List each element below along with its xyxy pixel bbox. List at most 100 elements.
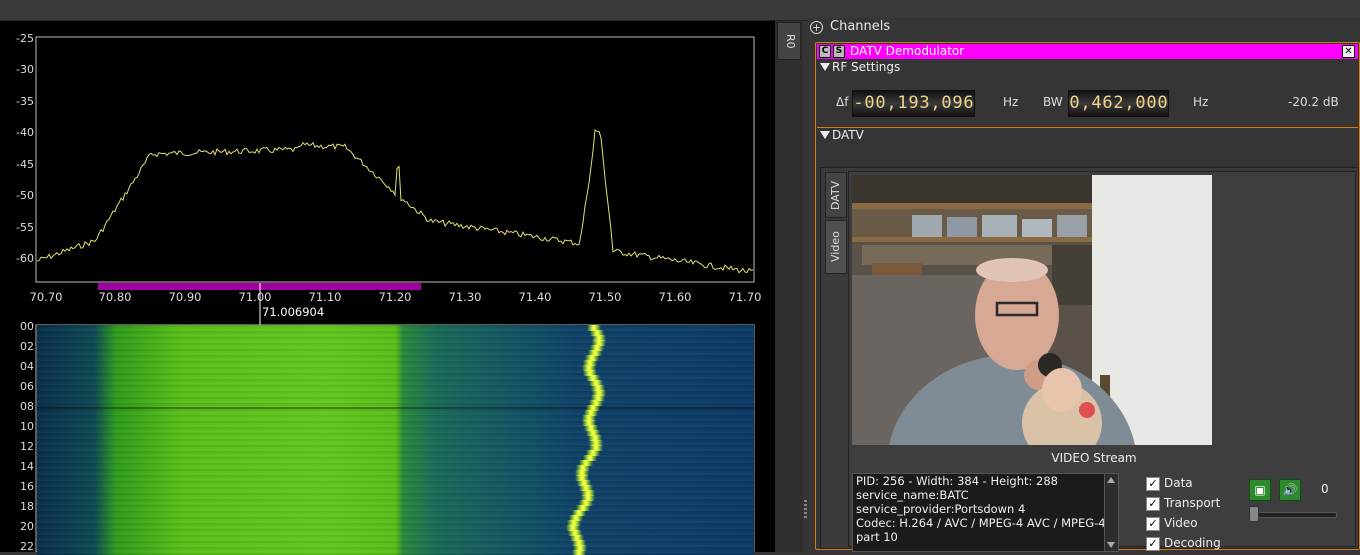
- stream-info-box[interactable]: PID: 256 - Width: 384 - Height: 288 serv…: [852, 473, 1119, 552]
- channel-s-button[interactable]: S: [833, 45, 845, 58]
- y-axis-label: -30: [16, 63, 34, 76]
- scroll-down-icon[interactable]: [1107, 542, 1115, 548]
- waterfall: [37, 325, 754, 555]
- rf-settings-row: Δf -00,193,096 Hz BW 0,462,000 Hz -20.2 …: [816, 90, 1357, 120]
- dial-digit[interactable]: 4: [1091, 91, 1102, 116]
- dial-digit[interactable]: ,: [930, 91, 941, 116]
- check-icon: ✓: [1146, 497, 1160, 511]
- dial-digit[interactable]: 0: [941, 91, 952, 116]
- y-axis-label: -60: [16, 252, 34, 265]
- scroll-up-icon[interactable]: [1107, 477, 1115, 483]
- plus-icon[interactable]: +: [810, 21, 823, 34]
- info-line: service_provider:Portsdown 4: [856, 502, 1026, 516]
- info-line: PID: 256 - Width: 384 - Height: 288: [856, 474, 1058, 488]
- dial-digit[interactable]: 2: [1113, 91, 1124, 116]
- x-axis-label: 70.80: [98, 290, 132, 304]
- dial-digit[interactable]: 0: [1069, 91, 1080, 116]
- y-axis-label: -50: [16, 189, 34, 202]
- check-icon: ✓: [1146, 537, 1160, 551]
- spectrum-panel[interactable]: -25 -30 -35 -40 -45 -50 -55 -60 70.70 70.80 70.90…: [0, 21, 775, 555]
- waterfall-time-label: 12: [20, 440, 34, 453]
- y-axis-label: -35: [16, 95, 34, 108]
- dial-digit[interactable]: 1: [897, 91, 908, 116]
- info-line: Codec: H.264 / AVC / MPEG-4 AVC / MPEG-4: [856, 516, 1106, 530]
- dial-digit[interactable]: 0: [864, 91, 875, 116]
- waterfall-time-label: 20: [20, 520, 34, 533]
- dial-digit[interactable]: 9: [952, 91, 963, 116]
- dial-digit[interactable]: 0: [1135, 91, 1146, 116]
- x-axis-label: 71.60: [658, 290, 692, 304]
- datv-demodulator-channel: C S DATV Demodulator ✕ RF Settings Δf -0…: [815, 42, 1360, 552]
- bw-unit: Hz: [1193, 95, 1209, 109]
- datv-settings: DATV Video VIDEO Stream PID: 256 - Width…: [820, 167, 1359, 552]
- section-separator: [817, 127, 1358, 128]
- volume-slider[interactable]: [1251, 512, 1337, 518]
- tab-r0[interactable]: R0: [777, 22, 801, 60]
- power-readout: -20.2 dB: [1288, 95, 1339, 109]
- channel-title-bar[interactable]: C S DATV Demodulator ✕: [817, 44, 1358, 59]
- delta-f-dial[interactable]: -00,193,096: [852, 90, 975, 117]
- channel-c-button[interactable]: C: [819, 45, 831, 58]
- close-icon[interactable]: ✕: [1342, 45, 1355, 58]
- dial-digit[interactable]: ,: [1080, 91, 1091, 116]
- dial-digit[interactable]: ,: [886, 91, 897, 116]
- dial-digit[interactable]: 6: [963, 91, 974, 116]
- bw-dial[interactable]: 0,462,000: [1068, 90, 1169, 117]
- x-axis-label: 71.10: [308, 290, 342, 304]
- dial-digit[interactable]: 0: [1146, 91, 1157, 116]
- datv-header[interactable]: DATV: [820, 128, 864, 142]
- film-icon: ▣: [1254, 483, 1266, 497]
- video-tab-content: VIDEO Stream PID: 256 - Width: 384 - Hei…: [848, 171, 1356, 552]
- dial-digit[interactable]: 3: [919, 91, 930, 116]
- dial-digit[interactable]: 0: [1157, 91, 1168, 116]
- bw-label: BW: [1043, 95, 1063, 109]
- tab-datv[interactable]: DATV: [825, 172, 847, 218]
- dial-digit[interactable]: -: [853, 91, 864, 116]
- dial-digit[interactable]: 9: [908, 91, 919, 116]
- info-scrollbar[interactable]: [1104, 474, 1118, 551]
- waterfall-time-label: 08: [20, 400, 34, 413]
- rf-settings-label: RF Settings: [832, 60, 901, 74]
- decoding-checkbox-label: Decoding: [1164, 536, 1221, 550]
- datv-label: DATV: [832, 128, 864, 142]
- collapse-triangle-icon: [820, 131, 830, 139]
- waterfall-time-label: 00: [20, 320, 34, 333]
- info-line: service_name:BATC: [856, 488, 969, 502]
- y-axis-label: -55: [16, 221, 34, 234]
- x-axis-label: 71.50: [588, 290, 622, 304]
- fullscreen-button[interactable]: ▣: [1249, 479, 1271, 501]
- transport-checkbox-label: Transport: [1164, 496, 1221, 510]
- x-axis-label: 71.40: [518, 290, 552, 304]
- cursor-frequency: 71.006904: [262, 305, 325, 319]
- panel-splitter[interactable]: [775, 21, 803, 552]
- channels-panel: + Channels C S DATV Demodulator ✕ RF Set…: [807, 18, 1360, 552]
- waterfall-time-label: 18: [20, 500, 34, 513]
- channel-name: DATV Demodulator: [850, 44, 965, 58]
- audio-button[interactable]: 🔊: [1279, 479, 1301, 501]
- x-axis-label: 71.30: [448, 290, 482, 304]
- speaker-icon: 🔊: [1282, 483, 1298, 497]
- dial-digit[interactable]: 0: [875, 91, 886, 116]
- waterfall-artifact-line: [37, 407, 754, 409]
- waterfall-time-label: 02: [20, 340, 34, 353]
- data-checkbox-label: Data: [1164, 476, 1193, 490]
- volume-slider-handle[interactable]: [1249, 506, 1259, 522]
- check-icon: ✓: [1146, 517, 1160, 531]
- x-axis-label: 71.20: [378, 290, 412, 304]
- spectrum-trace: [36, 129, 754, 274]
- rf-settings-header[interactable]: RF Settings: [820, 60, 900, 74]
- waterfall-time-label: 14: [20, 460, 34, 473]
- waterfall-time-label: 16: [20, 480, 34, 493]
- dial-digit[interactable]: ,: [1124, 91, 1135, 116]
- video-checkbox-label: Video: [1164, 516, 1198, 530]
- y-axis-label: -45: [16, 158, 34, 171]
- tab-video[interactable]: Video: [825, 220, 847, 274]
- waterfall-time-label: 04: [20, 360, 34, 373]
- video-frame: [852, 175, 1212, 445]
- x-axis-label: 71.00: [238, 290, 272, 304]
- dial-digit[interactable]: 6: [1102, 91, 1113, 116]
- collapse-triangle-icon: [820, 63, 830, 71]
- spectrum-frame: [35, 36, 755, 283]
- y-axis-label: -25: [16, 32, 34, 45]
- x-axis-label: 71.70: [728, 290, 762, 304]
